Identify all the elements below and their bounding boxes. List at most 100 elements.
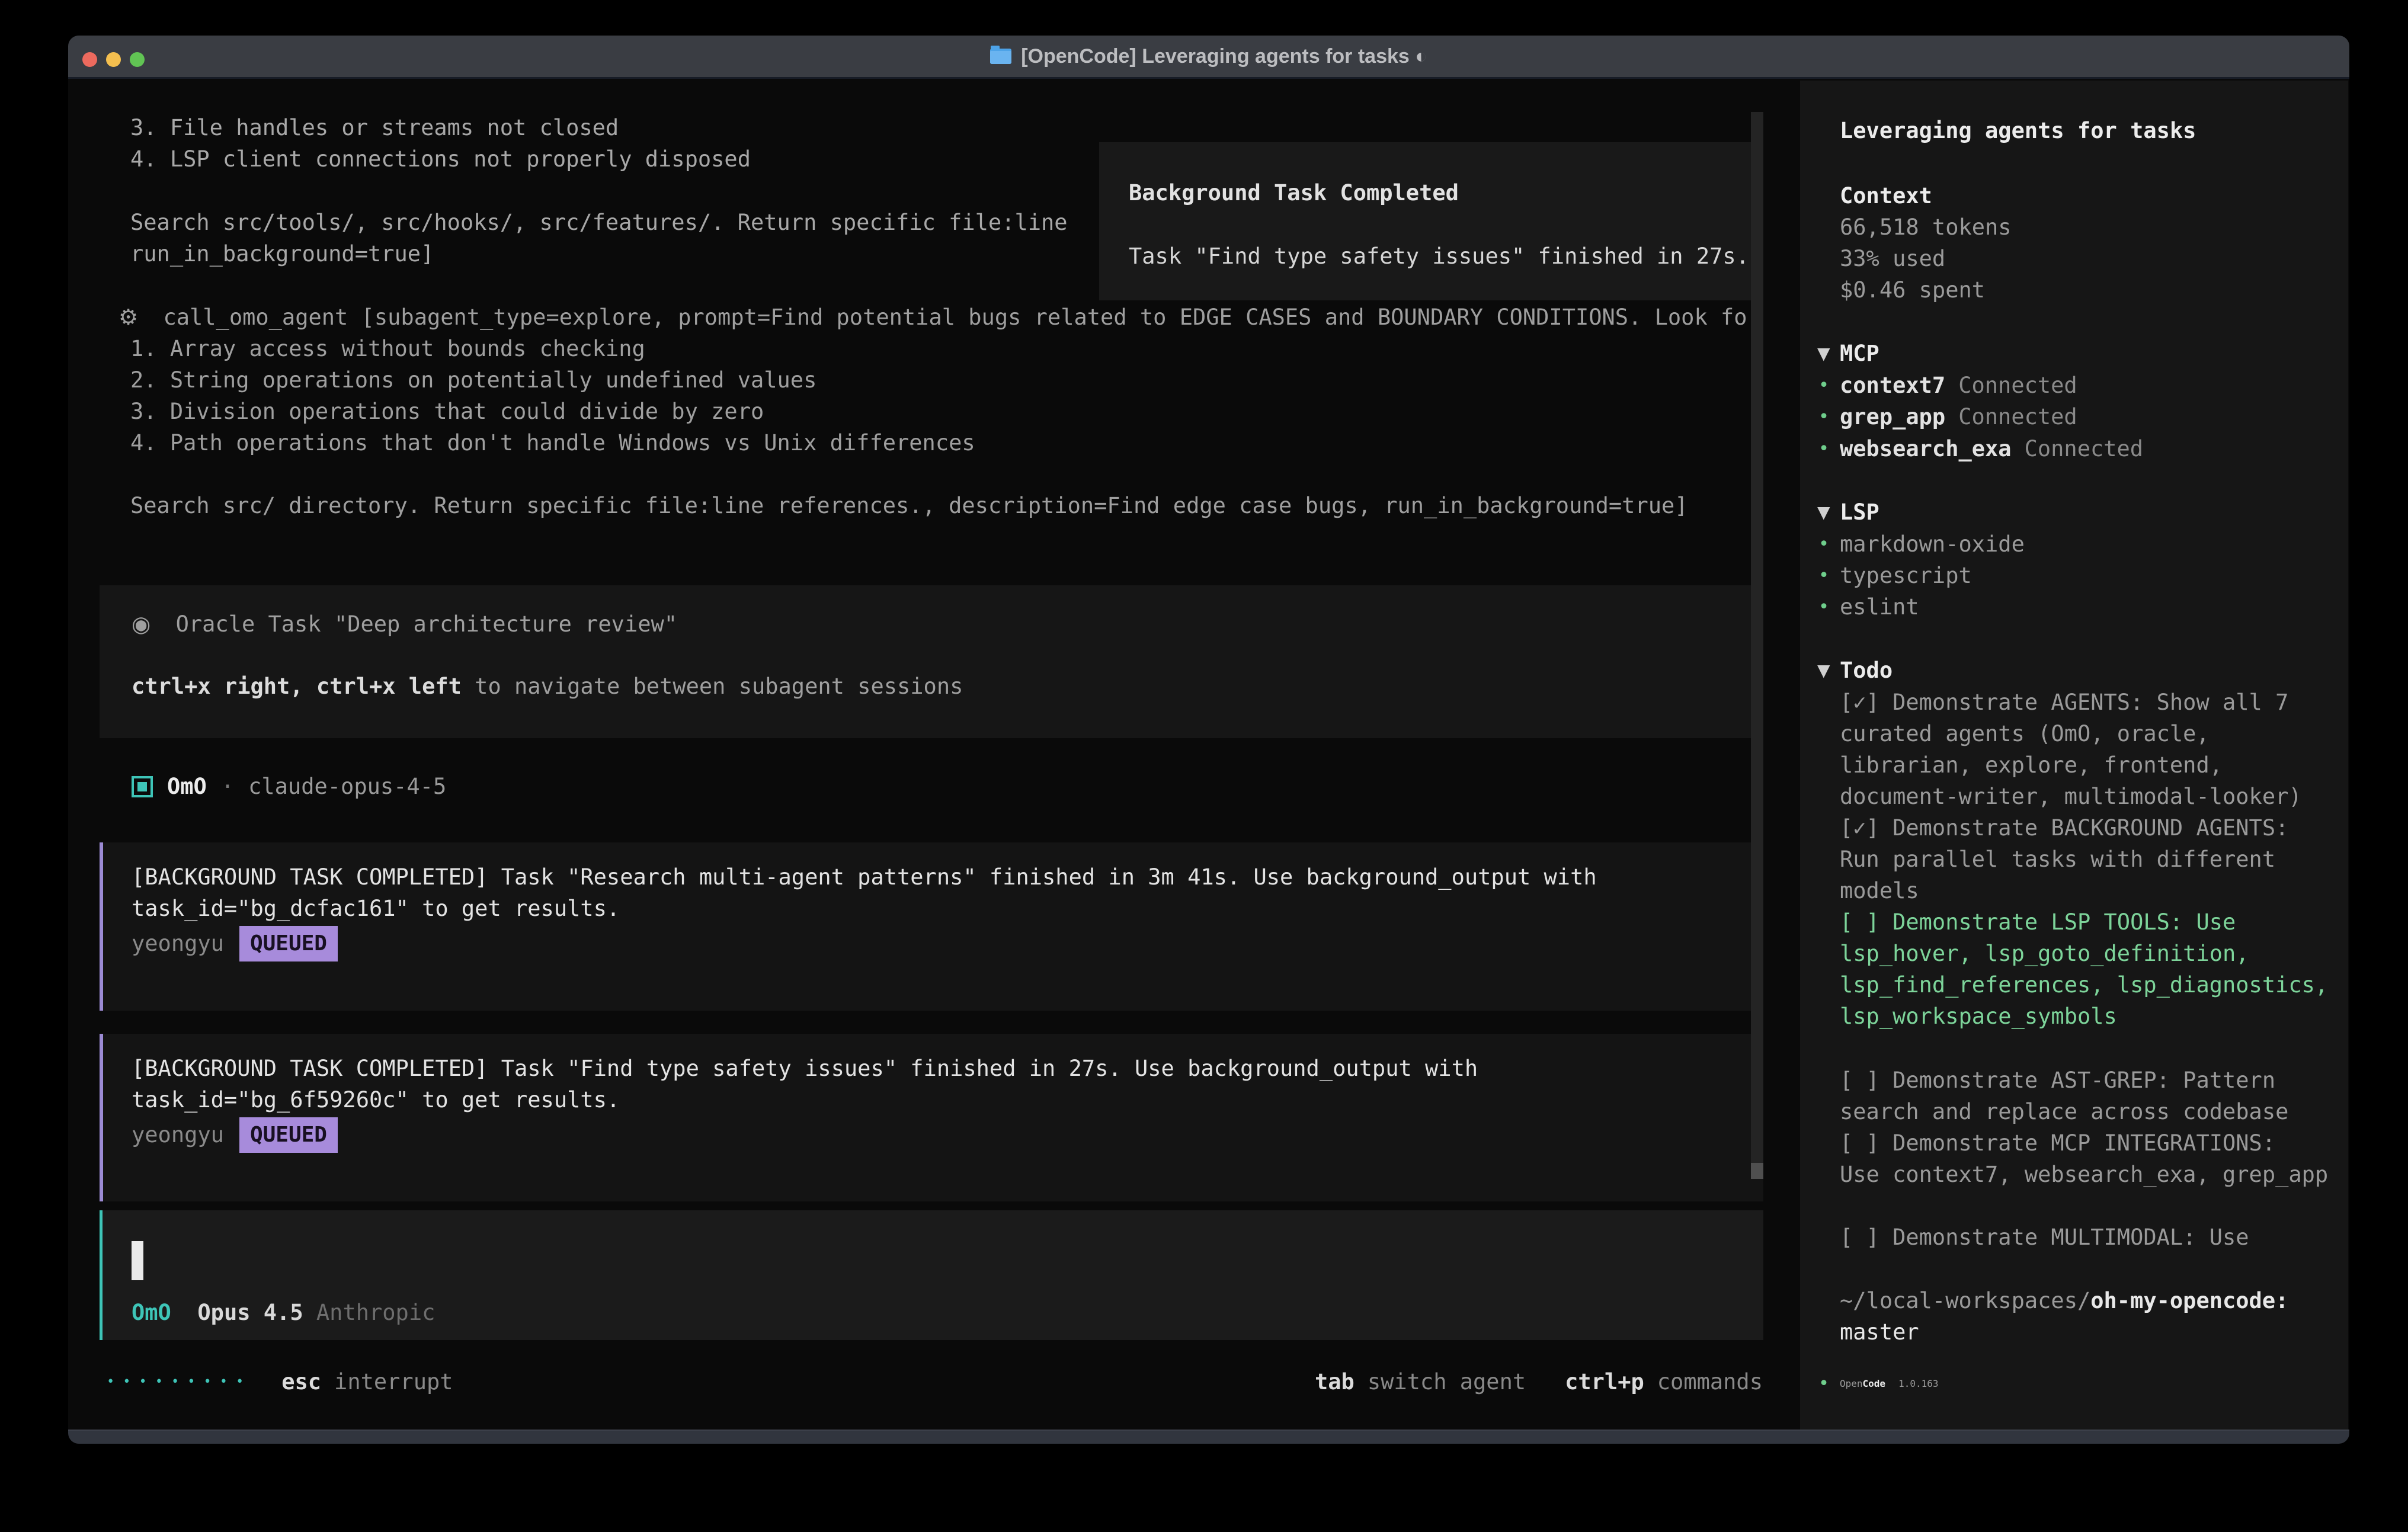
agent-name: OmO [167,774,207,799]
collapse-triangle-icon: ▼ [1817,344,1840,363]
context-heading: Context [1840,180,1932,211]
todo-item: [✓] Demonstrate AGENTS: Show all 7 curat… [1840,687,2349,812]
todo-item: [ ] Demonstrate LSP TOOLS: Use lsp_hover… [1840,906,2349,1032]
lsp-server-name: typescript [1840,563,1972,588]
separator-dot: · [221,774,234,799]
oracle-navigation-hint: ctrl+x right, ctrl+x left to navigate be… [132,671,963,702]
status-dot-icon: • [1818,597,1840,617]
workspace-path-prefix: ~/local-workspaces/ [1840,1288,2090,1313]
mcp-server-status: Connected [1958,373,2077,398]
todo-item: [ ] Demonstrate MULTIMODAL: Use [1840,1222,2349,1253]
status-dot-icon: • [1818,406,1840,427]
app-version-number: 1.0.163 [1898,1378,1938,1389]
fisheye-icon: ◉ [132,611,150,637]
app-version-row: • OpenCode 1.0.163 [1818,1368,1939,1399]
main-scrollbar-thumb[interactable] [1751,1163,1763,1179]
background-task-block: [BACKGROUND TASK COMPLETED] Task "Resear… [100,842,1763,1011]
todo-item: [✓] Demonstrate BACKGROUND AGENTS: Run p… [1840,812,2349,906]
background-task-text: [BACKGROUND TASK COMPLETED] Task "Resear… [132,861,1735,924]
status-dot-icon: • [1818,534,1840,555]
ctrlp-key-label: commands [1657,1369,1763,1395]
background-task-toast: Background Task Completed Task "Find typ… [1099,142,1762,300]
background-task-footer: yeongyu QUEUED [132,1119,1735,1150]
status-dot-icon: • [1818,565,1840,586]
mcp-server-row: • websearch_exa Connected [1818,433,2143,464]
active-model-name: Opus 4.5 [197,1300,303,1325]
workspace-repo-name: oh-my-opencode: [2090,1288,2288,1313]
terminal-window: [OpenCode] Leveraging agents for tasks ◐… [68,36,2349,1444]
app-name-prefix: Open [1840,1378,1863,1389]
lsp-section-label: LSP [1840,499,1879,525]
todo-item: [ ] Demonstrate MCP INTEGRATIONS: Use co… [1840,1127,2349,1190]
oracle-task-title: Oracle Task "Deep architecture review" [176,611,677,637]
mcp-server-status: Connected [2025,436,2143,461]
session-title: Leveraging agents for tasks [1840,115,2196,146]
mcp-section-heading[interactable]: ▼ MCP [1817,338,1879,369]
background-task-footer: yeongyu QUEUED [132,928,1735,959]
main-scrollbar-track[interactable] [1751,112,1763,1163]
task-user: yeongyu [132,1122,224,1148]
toast-body: Task "Find type safety issues" finished … [1129,241,1749,272]
lsp-section-heading[interactable]: ▼ LSP [1817,496,1879,528]
todo-section-heading[interactable]: ▼ Todo [1817,655,1893,686]
collapse-triangle-icon: ▼ [1817,502,1840,522]
prompt-input[interactable]: OmO Opus 4.5 Anthropic [100,1210,1763,1340]
activity-dots-icon: ••••••••• [107,1374,252,1389]
hint-keybinding: ctrl+x right, ctrl+x left [132,674,462,699]
mcp-section-label: MCP [1840,341,1879,366]
background-task-block: [BACKGROUND TASK COMPLETED] Task "Find t… [100,1034,1763,1201]
oracle-task-title-line: ◉ Oracle Task "Deep architecture review" [132,608,677,640]
status-dot-icon: • [1818,438,1840,459]
lsp-server-row: • eslint [1818,591,1919,623]
ctrlp-key-hint: ctrl+p [1565,1369,1644,1395]
mcp-server-row: • grep_app Connected [1818,401,2077,432]
lsp-server-name: eslint [1840,594,1919,620]
scrollback-search-lines: Search src/tools/, src/hooks/, src/featu… [130,207,1068,270]
toast-title: Background Task Completed [1129,177,1459,209]
status-bar-left: ••••••••• esc interrupt [107,1366,453,1398]
mcp-server-status: Connected [1958,404,2077,430]
screenshot-stage: [OpenCode] Leveraging agents for tasks ◐… [0,0,2408,1532]
tool-call-prompt-list: 1. Array access without bounds checking … [130,333,975,459]
workspace-path: ~/local-workspaces/oh-my-opencode: [1840,1285,2288,1316]
model-provider: Anthropic [316,1300,435,1325]
tool-call-prompt-tail: Search src/ directory. Return specific f… [130,490,1688,521]
active-agent-name: OmO [132,1300,171,1325]
mcp-server-name: context7 [1840,373,1945,398]
todo-item: [ ] Demonstrate AST-GREP: Pattern search… [1840,1065,2349,1127]
folder-icon [990,49,1011,64]
task-user: yeongyu [132,931,224,956]
hint-text: to navigate between subagent sessions [462,674,963,699]
lsp-server-row: • typescript [1818,560,1972,591]
agent-session-header: OmO · claude-opus-4-5 [132,771,446,802]
context-stats: 66,518 tokens 33% used $0.46 spent [1840,211,2012,306]
window-titlebar: [OpenCode] Leveraging agents for tasks ◐ [68,36,2349,79]
gear-icon: ⚙ [119,305,138,330]
todo-section-label: Todo [1840,658,1893,683]
tab-key-hint: tab [1315,1369,1354,1395]
agent-model-name: claude-opus-4-5 [248,774,446,799]
esc-key-hint: esc [281,1369,321,1395]
window-bottom-bar [68,1430,2349,1444]
tool-call-line: ⚙ call_omo_agent [subagent_type=explore,… [119,302,1760,333]
tool-call-text: call_omo_agent [subagent_type=explore, p… [163,305,1760,330]
status-dot-icon: • [1818,1373,1840,1394]
mcp-server-name: websearch_exa [1840,436,2012,461]
session-sidebar: Leveraging agents for tasks Context 66,5… [1800,81,2348,1430]
esc-key-label: interrupt [334,1369,453,1395]
collapse-triangle-icon: ▼ [1817,661,1840,680]
agent-square-icon [132,776,153,797]
oracle-task-box[interactable]: ◉ Oracle Task "Deep architecture review"… [100,585,1763,738]
status-bar-right: tab switch agent ctrl+p commands [1315,1366,1763,1398]
queued-badge: QUEUED [239,1117,338,1153]
lsp-server-name: markdown-oxide [1840,531,2025,557]
background-task-text: [BACKGROUND TASK COMPLETED] Task "Find t… [132,1053,1735,1116]
mcp-server-name: grep_app [1840,404,1945,430]
mcp-server-row: • context7 Connected [1818,370,2077,401]
main-scrollbar [1751,112,1763,1179]
status-dot-icon: • [1818,375,1840,396]
text-cursor [132,1241,143,1280]
lsp-server-row: • markdown-oxide [1818,528,2025,560]
app-name-suffix: Code [1863,1378,1886,1389]
scrollback-list-lines: 3. File handles or streams not closed 4.… [130,112,751,175]
